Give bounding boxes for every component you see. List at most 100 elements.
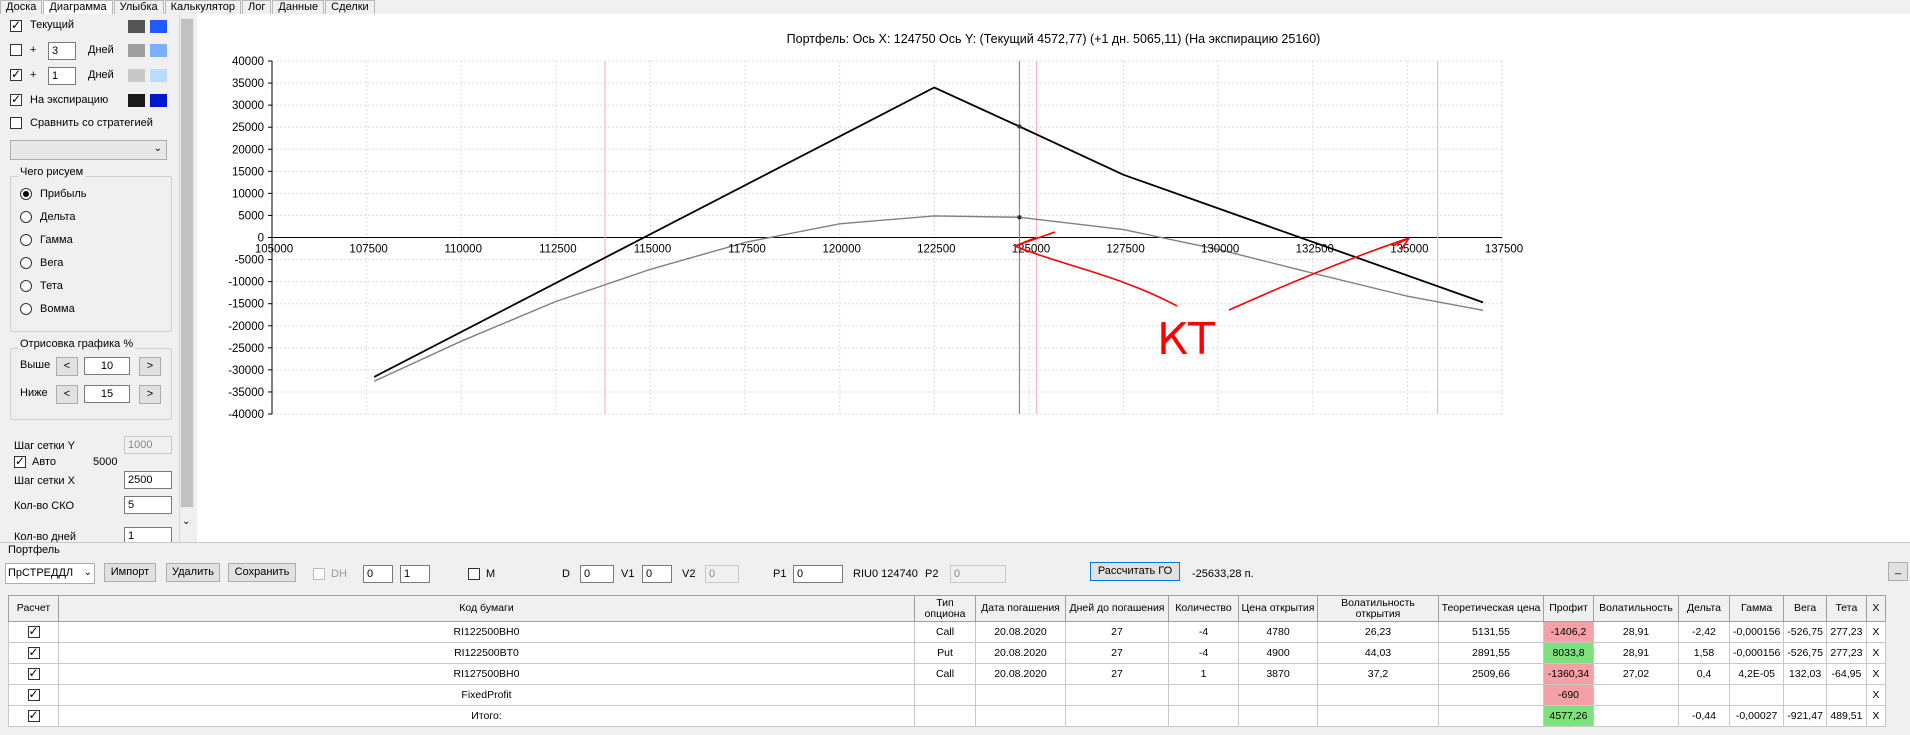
scroll-down-icon[interactable]: ⌄ <box>182 516 190 527</box>
radio-vomma[interactable] <box>20 303 32 315</box>
row-calc-checkbox[interactable] <box>27 708 40 723</box>
table-row[interactable]: RI127500BH0Call20.08.2020271387037,22509… <box>8 663 1886 685</box>
radio-theta[interactable] <box>20 280 32 292</box>
m-checkbox[interactable] <box>468 568 480 580</box>
col-header-quantity[interactable]: Количество <box>1168 595 1239 622</box>
col-header-remove[interactable]: X <box>1865 595 1886 622</box>
below-label: Ниже <box>20 387 48 399</box>
expiry-checkbox[interactable] <box>10 92 22 106</box>
col-header-vega[interactable]: Вега <box>1783 595 1827 622</box>
plus-days-2-checkbox[interactable] <box>10 67 22 81</box>
current-checkbox[interactable] <box>10 18 22 32</box>
x-tick-label: 110000 <box>444 244 482 256</box>
radio-gamma[interactable] <box>20 234 32 246</box>
above-increase-button[interactable]: > <box>139 357 161 376</box>
radio-delta[interactable] <box>20 211 32 223</box>
col-header-theta[interactable]: Тета <box>1825 595 1867 622</box>
plus-days-2-color-swatch[interactable] <box>128 69 145 82</box>
save-button[interactable]: Сохранить <box>228 563 296 582</box>
radio-profit[interactable] <box>20 188 32 200</box>
plus-days-1-alt-color-swatch[interactable] <box>150 44 167 57</box>
tab-board[interactable]: Доска <box>0 0 43 14</box>
current-alt-color-swatch[interactable] <box>150 20 167 33</box>
tab-smile[interactable]: Улыбка <box>113 0 164 14</box>
plus-days-1-checkbox[interactable] <box>10 44 22 56</box>
plus-days-2-alt-color-swatch[interactable] <box>150 69 167 82</box>
y-tick-label: -15000 <box>228 299 264 311</box>
below-input[interactable] <box>84 385 130 403</box>
row-calc-checkbox[interactable] <box>27 687 40 702</box>
p1-input[interactable] <box>793 565 843 583</box>
row-calc-checkbox[interactable] <box>27 645 40 660</box>
minimize-button[interactable]: _ <box>1888 562 1908 581</box>
tab-deals[interactable]: Сделки <box>325 0 375 14</box>
dh-checkbox[interactable] <box>313 568 325 580</box>
tab-calculator[interactable]: Калькулятор <box>164 0 242 14</box>
auto-checkbox[interactable] <box>14 454 26 468</box>
col-header-open-volatility[interactable]: Волатильность открытия <box>1317 595 1439 622</box>
plus-days-2-input[interactable] <box>48 67 76 85</box>
col-header-code[interactable]: Код бумаги <box>58 595 915 622</box>
col-header-volatility[interactable]: Волатильность <box>1593 595 1679 622</box>
tab-log[interactable]: Лог <box>242 0 272 14</box>
cell-open-volatility: 44,03 <box>1317 642 1439 664</box>
table-row[interactable]: FixedProfit -690 X <box>8 684 1886 706</box>
cell-remove[interactable]: X <box>1865 621 1886 643</box>
plus-label-2: + <box>30 69 37 81</box>
import-button[interactable]: Импорт <box>104 563 156 582</box>
tab-data[interactable]: Данные <box>272 0 325 14</box>
delete-button[interactable]: Удалить <box>166 563 220 582</box>
above-decrease-button[interactable]: < <box>56 357 78 376</box>
spin-2-input[interactable] <box>400 565 430 583</box>
col-header-option-type[interactable]: Тип опциона <box>914 595 976 622</box>
cell-theoretical-price <box>1438 705 1544 727</box>
strategy-compare-select[interactable]: ⌄ <box>10 140 167 160</box>
table-row[interactable]: RI122500BH0Call20.08.202027-4478026,2351… <box>8 621 1886 643</box>
table-row[interactable]: Итого: 4577,26 -0,44-0,00027-921,47489,51X <box>8 705 1886 727</box>
radio-vega[interactable] <box>20 257 32 269</box>
cell-remove[interactable]: X <box>1865 684 1886 706</box>
plus-days-1-color-swatch[interactable] <box>128 44 145 57</box>
row-calc-checkbox[interactable] <box>27 624 40 639</box>
expiry-color-swatch[interactable] <box>128 94 145 107</box>
col-header-expiry-date[interactable]: Дата погашения <box>975 595 1066 622</box>
col-header-days-to-expiry[interactable]: Дней до погашения <box>1065 595 1169 622</box>
scrollbar-thumb[interactable] <box>180 18 194 508</box>
row-calc-checkbox[interactable] <box>27 666 40 681</box>
above-input[interactable] <box>84 357 130 375</box>
below-increase-button[interactable]: > <box>139 385 161 404</box>
cell-vega <box>1783 684 1827 706</box>
render-group-title: Отрисовка графика % <box>18 338 136 350</box>
cell-remove[interactable]: X <box>1865 642 1886 664</box>
strategy-select[interactable]: ПрСТРЕДДЛ ⌄ <box>5 563 95 584</box>
cell-calc <box>8 642 59 664</box>
cell-remove[interactable]: X <box>1865 663 1886 685</box>
calculate-go-button[interactable]: Рассчитать ГО <box>1090 562 1180 581</box>
x-tick-label: 127500 <box>1106 244 1144 256</box>
d-input[interactable] <box>580 565 614 583</box>
tab-diagram[interactable]: Диаграмма <box>43 0 113 14</box>
col-header-delta[interactable]: Дельта <box>1678 595 1730 622</box>
sko-input[interactable] <box>124 496 172 514</box>
days-count-input[interactable] <box>124 527 172 542</box>
settings-scrollbar[interactable]: ⌄ <box>180 14 194 534</box>
plus-days-1-input[interactable] <box>48 42 76 60</box>
col-header-profit[interactable]: Профит <box>1543 595 1594 622</box>
expiry-alt-color-swatch[interactable] <box>150 94 167 107</box>
col-header-open-price[interactable]: Цена открытия <box>1238 595 1318 622</box>
table-row[interactable]: RI122500BT0Put20.08.202027-4490044,03289… <box>8 642 1886 664</box>
cell-remove[interactable]: X <box>1865 705 1886 727</box>
col-header-calc[interactable]: Расчет <box>8 595 59 622</box>
v2-input[interactable] <box>705 565 739 583</box>
spin-1-input[interactable] <box>363 565 393 583</box>
below-decrease-button[interactable]: < <box>56 385 78 404</box>
grid-y-input[interactable] <box>124 436 172 454</box>
col-header-theoretical-price[interactable]: Теоретическая цена <box>1438 595 1544 622</box>
p2-input[interactable] <box>950 565 1006 583</box>
grid-x-input[interactable] <box>124 471 172 489</box>
current-line-color-swatch[interactable] <box>128 20 145 33</box>
cell-code: RI122500BT0 <box>58 642 915 664</box>
v1-input[interactable] <box>642 565 672 583</box>
compare-checkbox[interactable] <box>10 117 22 129</box>
col-header-gamma[interactable]: Гамма <box>1728 595 1785 622</box>
